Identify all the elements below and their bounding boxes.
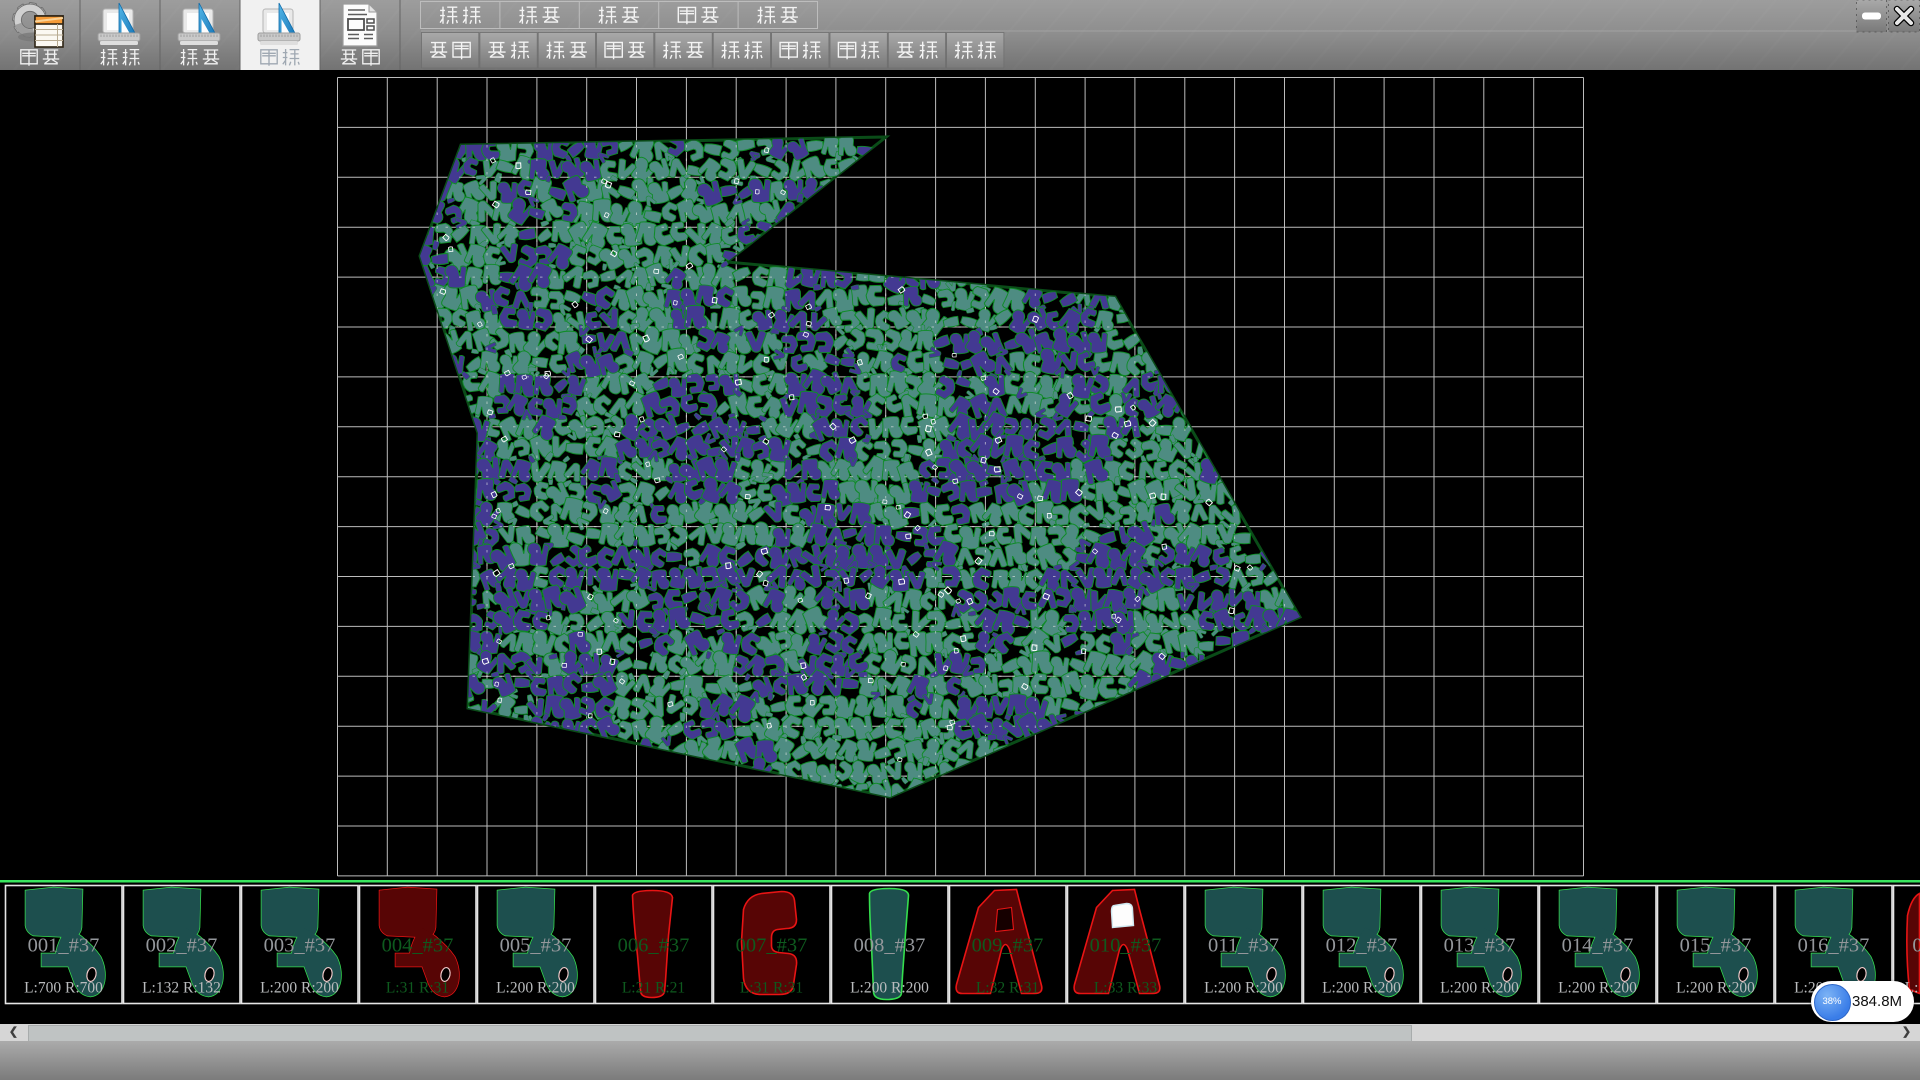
svg-text:011_#37: 011_#37 [1208,935,1279,957]
svg-text:L:31 R:31: L:31 R:31 [740,980,803,997]
svg-text:L:200 R:200: L:200 R:200 [496,980,575,997]
svg-text:008_#37: 008_#37 [854,935,926,957]
svg-text:007_#37: 007_#37 [736,935,808,957]
svg-text:009_#37: 009_#37 [972,935,1044,957]
svg-text:010_#37: 010_#37 [1090,935,1162,957]
svg-text:016_#37: 016_#37 [1798,935,1870,957]
svg-text:L:200 R:200: L:200 R:200 [1204,980,1283,997]
svg-text:L:200 R:200: L:200 R:200 [850,980,929,997]
svg-text:014_#37: 014_#37 [1562,935,1634,957]
svg-text:L:132 R:132: L:132 R:132 [142,980,221,997]
svg-text:012_#37: 012_#37 [1326,935,1398,957]
svg-text:005_#37: 005_#37 [500,935,572,957]
svg-text:004_#37: 004_#37 [382,935,454,957]
svg-text:013_#37: 013_#37 [1444,935,1516,957]
svg-text:001_#37: 001_#37 [28,935,100,957]
svg-text:L:700 R:700: L:700 R:700 [24,980,103,997]
svg-text:L:200 R:200: L:200 R:200 [1322,980,1401,997]
svg-text:006_#37: 006_#37 [618,935,690,957]
svg-text:L:200 R:200: L:200 R:200 [1558,980,1637,997]
svg-text:003_#37: 003_#37 [264,935,336,957]
svg-text:L:200 R:200: L:200 R:200 [1440,980,1519,997]
svg-text:002_#37: 002_#37 [146,935,218,957]
svg-text:L:33 R:33: L:33 R:33 [1094,980,1158,997]
svg-text:015_#37: 015_#37 [1680,935,1752,957]
svg-text:L:200 R:200: L:200 R:200 [1676,980,1755,997]
svg-text:L:200 R:200: L:200 R:200 [260,980,339,997]
svg-text:0: 0 [1912,935,1920,957]
svg-text:L:21 R:21: L:21 R:21 [622,980,685,997]
svg-text:L:32 R:31: L:32 R:31 [976,980,1039,997]
svg-text:L:31 R:31: L:31 R:31 [386,980,449,997]
